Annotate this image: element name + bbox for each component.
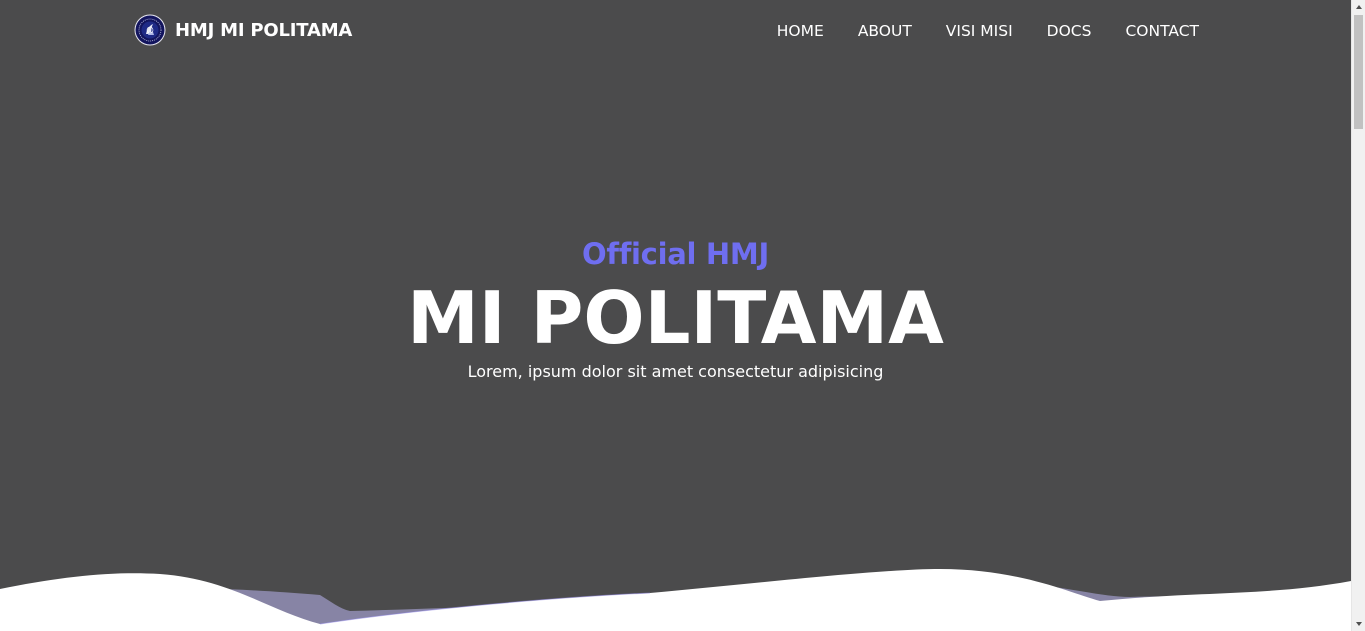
- nav-link-visi-misi[interactable]: VISI MISI: [946, 22, 1013, 40]
- nav-menu: HOME ABOUT VISI MISI DOCS CONTACT: [743, 0, 1199, 60]
- hero-subtitle: Official HMJ: [582, 237, 769, 271]
- nav-item-home: HOME: [777, 21, 824, 40]
- vertical-scrollbar[interactable]: [1351, 0, 1365, 631]
- nav-item-visi-misi: VISI MISI: [946, 21, 1013, 40]
- nav-link-about[interactable]: ABOUT: [858, 22, 912, 40]
- hero-title: MI POLITAMA: [407, 276, 944, 360]
- hmj-emblem-icon: [134, 14, 166, 46]
- nav-item-contact: CONTACT: [1125, 21, 1199, 40]
- scroll-thumb[interactable]: [1354, 15, 1363, 129]
- brand-link[interactable]: HMJ MI POLITAMA: [134, 14, 352, 46]
- nav-link-contact[interactable]: CONTACT: [1125, 22, 1199, 40]
- nav-link-docs[interactable]: DOCS: [1047, 22, 1092, 40]
- nav-item-docs: DOCS: [1047, 21, 1092, 40]
- navbar: HMJ MI POLITAMA HOME ABOUT VISI MISI DOC…: [0, 0, 1351, 60]
- scroll-down-icon[interactable]: [1352, 617, 1365, 631]
- brand-title: HMJ MI POLITAMA: [175, 19, 353, 41]
- hero-description: Lorem, ipsum dolor sit amet consectetur …: [467, 362, 884, 381]
- hero-section: HMJ MI POLITAMA HOME ABOUT VISI MISI DOC…: [0, 0, 1351, 631]
- nav-link-home[interactable]: HOME: [777, 22, 824, 40]
- nav-item-about: ABOUT: [858, 21, 912, 40]
- wave-divider: [0, 569, 1351, 631]
- hero-content: Official HMJ MI POLITAMA Lorem, ipsum do…: [0, 232, 1351, 384]
- scroll-up-icon[interactable]: [1352, 0, 1365, 14]
- page: HMJ MI POLITAMA HOME ABOUT VISI MISI DOC…: [0, 0, 1365, 631]
